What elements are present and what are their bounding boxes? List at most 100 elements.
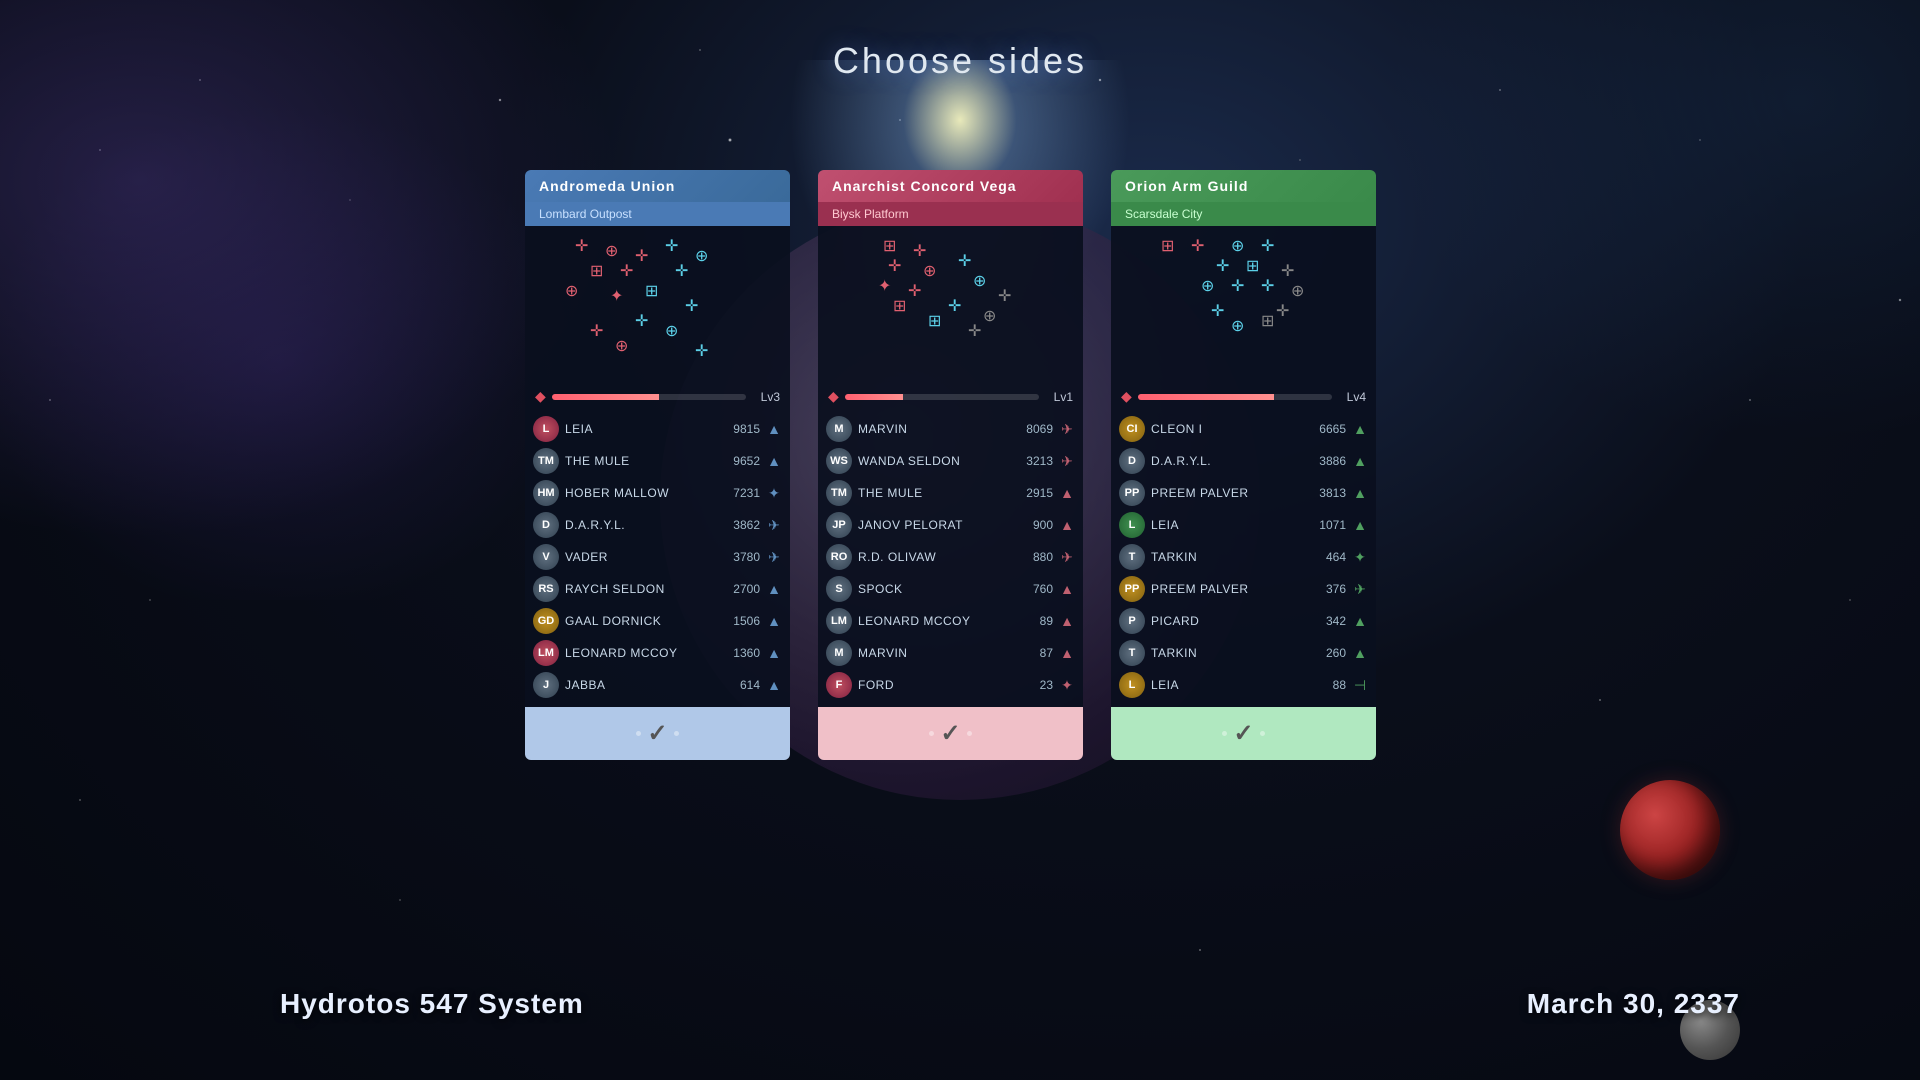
player-badge: ▲ [1059,485,1075,501]
player-score: 3813 [1306,486,1346,500]
orion-level-row: ◆ Lv4 [1111,384,1376,411]
planet-right [1620,780,1720,880]
ship-icon: ⊕ [605,244,618,260]
player-score: 6665 [1306,422,1346,436]
player-badge: ✦ [1352,549,1368,566]
player-row: D D.A.R.Y.L. 3862 ✈ [525,509,790,541]
card-andromeda[interactable]: Andromeda Union Lombard Outpost ✛ ⊕ ✛ ⊞ … [525,170,790,760]
player-score: 88 [1306,678,1346,692]
anarchist-level-track [845,394,1039,400]
card-orion-location: Scarsdale City [1111,202,1376,226]
player-name: D.A.R.Y.L. [565,518,714,532]
avatar: F [826,672,852,698]
ship-icon: ⊞ [1161,239,1174,255]
player-badge: ▲ [1352,517,1368,533]
player-row: T TARKIN 260 ▲ [1111,637,1376,669]
andromeda-level-fill [552,394,659,400]
avatar: LM [533,640,559,666]
ship-icon: ✛ [968,324,981,340]
andromeda-select-checkmark[interactable]: ✓ [647,719,667,748]
orion-footer[interactable]: ✓ [1111,707,1376,760]
player-name: PICARD [1151,614,1300,628]
andromeda-level-track [552,394,746,400]
player-score: 9652 [720,454,760,468]
orion-select-checkmark[interactable]: ✓ [1233,719,1253,748]
anarchist-ship-area: ⊞ ✛ ✛ ⊕ ✦ ✛ ⊞ ✛ ⊕ ✛ ⊞ ✛ ⊕ ✛ [818,234,1083,384]
anarchist-level-row: ◆ Lv1 [818,384,1083,411]
avatar: T [1119,640,1145,666]
player-name: VADER [565,550,714,564]
player-badge: ▲ [766,645,782,661]
player-name: TARKIN [1151,550,1300,564]
player-badge: ✈ [1059,421,1075,438]
ship-icon: ✛ [1276,304,1289,320]
gem-icon: ◆ [535,388,546,405]
player-badge: ⊣ [1352,677,1368,694]
avatar: V [533,544,559,570]
ship-icon: ⊕ [1231,239,1244,255]
ship-icon: ⊞ [883,239,896,255]
ship-icon: ⊞ [645,284,658,300]
card-anarchist[interactable]: Anarchist Concord Vega Biysk Platform ⊞ … [818,170,1083,760]
card-anarchist-body: ⊞ ✛ ✛ ⊕ ✦ ✛ ⊞ ✛ ⊕ ✛ ⊞ ✛ ⊕ ✛ ◆ [818,226,1083,707]
player-row: PP PREEM PALVER 3813 ▲ [1111,477,1376,509]
ship-icon: ⊕ [695,249,708,265]
player-name: R.D. OLIVAW [858,550,1007,564]
ship-icon: ⊕ [565,284,578,300]
ship-icon: ⊕ [1291,284,1304,300]
player-score: 3862 [720,518,760,532]
player-badge: ✈ [1059,453,1075,470]
player-row: T TARKIN 464 ✦ [1111,541,1376,573]
ship-icon: ⊞ [590,264,603,280]
player-score: 614 [720,678,760,692]
player-badge: ▲ [1059,613,1075,629]
player-row: HM HOBER MALLOW 7231 ✦ [525,477,790,509]
player-score: 3886 [1306,454,1346,468]
ship-icon: ✛ [908,284,921,300]
player-badge: ✈ [766,549,782,566]
player-row: D D.A.R.Y.L. 3886 ▲ [1111,445,1376,477]
system-name: Hydrotos 547 System [280,988,584,1020]
ship-icon: ✦ [878,279,891,295]
anarchist-footer[interactable]: ✓ [818,707,1083,760]
faction-cards: Andromeda Union Lombard Outpost ✛ ⊕ ✛ ⊞ … [525,170,1395,760]
player-name: THE MULE [565,454,714,468]
ship-icon: ✛ [948,299,961,315]
ship-icon: ⊕ [973,274,986,290]
card-orion[interactable]: Orion Arm Guild Scarsdale City ⊞ ✛ ⊕ ✛ ✛… [1111,170,1376,760]
player-name: GAAL DORNICK [565,614,714,628]
player-score: 9815 [720,422,760,436]
player-score: 2700 [720,582,760,596]
player-badge: ▲ [766,613,782,629]
player-score: 3780 [720,550,760,564]
player-row: CI CLEON I 6665 ▲ [1111,413,1376,445]
ship-icon: ⊞ [893,299,906,315]
player-score: 342 [1306,614,1346,628]
avatar: RS [533,576,559,602]
player-score: 23 [1013,678,1053,692]
ship-icon: ✛ [590,324,603,340]
card-andromeda-header: Andromeda Union [525,170,790,202]
orion-player-list: CI CLEON I 6665 ▲ D D.A.R.Y.L. 3886 ▲ PP… [1111,411,1376,703]
avatar: T [1119,544,1145,570]
player-name: PREEM PALVER [1151,486,1300,500]
player-badge: ▲ [766,581,782,597]
card-orion-body: ⊞ ✛ ⊕ ✛ ✛ ⊞ ⊕ ✛ ✛ ✛ ⊕ ✛ ⊞ ✛ ⊕ [1111,226,1376,707]
andromeda-level-label: Lv3 [752,390,780,404]
ship-icon: ✛ [575,239,588,255]
avatar: D [533,512,559,538]
ship-icon: ✛ [1191,239,1204,255]
player-name: JABBA [565,678,714,692]
avatar: WS [826,448,852,474]
ship-icon: ✛ [1261,239,1274,255]
ship-icon: ✛ [913,244,926,260]
ship-icon: ⊞ [1246,259,1259,275]
player-badge: ▲ [1352,613,1368,629]
player-name: FORD [858,678,1007,692]
player-row: JP JANOV PELORAT 900 ▲ [818,509,1083,541]
ship-icon: ✛ [1261,279,1274,295]
avatar: PP [1119,576,1145,602]
anarchist-select-checkmark[interactable]: ✓ [940,719,960,748]
avatar: JP [826,512,852,538]
andromeda-footer[interactable]: ✓ [525,707,790,760]
